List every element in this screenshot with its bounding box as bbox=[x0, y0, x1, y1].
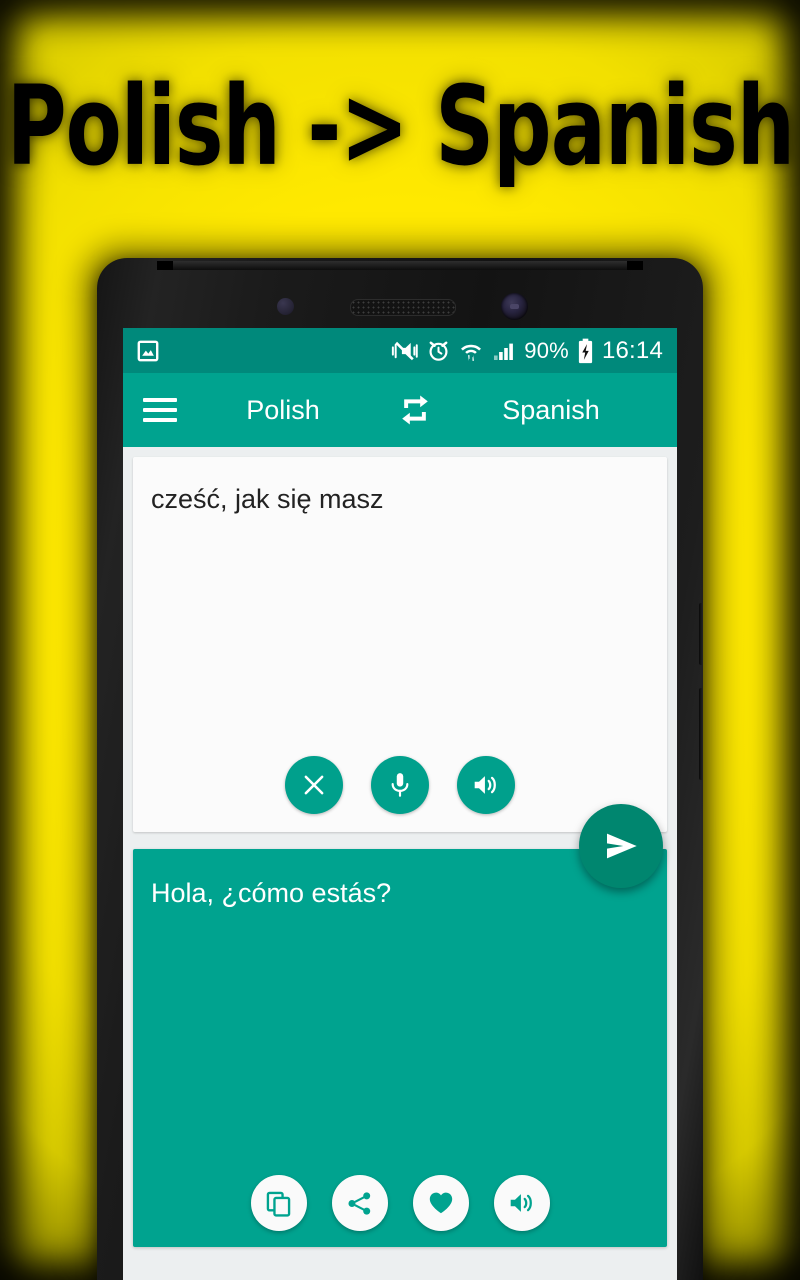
favorite-button[interactable] bbox=[412, 1175, 469, 1231]
phone-device: 90% 16:14 Polish Spanish cześć, jak się … bbox=[81, 244, 719, 1280]
phone-body: 90% 16:14 Polish Spanish cześć, jak się … bbox=[97, 258, 703, 1280]
translator-content: cześć, jak się masz Hola, ¿cómo estás? bbox=[123, 447, 677, 1280]
vibrate-mute-icon bbox=[392, 341, 419, 360]
source-text-input[interactable]: cześć, jak się masz bbox=[133, 457, 667, 756]
wifi-icon bbox=[461, 344, 482, 361]
share-button[interactable] bbox=[331, 1175, 388, 1231]
status-bar-notifications bbox=[135, 338, 161, 364]
app-toolbar: Polish Spanish bbox=[123, 373, 677, 447]
clock-label: 16:14 bbox=[601, 336, 663, 364]
copy-button[interactable] bbox=[250, 1175, 307, 1231]
swap-languages-icon bbox=[402, 395, 428, 425]
voice-input-button[interactable] bbox=[371, 756, 429, 814]
speaker-icon bbox=[510, 1194, 532, 1212]
promo-title: Polish -> Spanish bbox=[0, 62, 800, 192]
status-bar: 90% 16:14 bbox=[123, 328, 677, 373]
send-icon bbox=[607, 833, 637, 859]
source-language-selector[interactable]: Polish bbox=[177, 395, 395, 426]
target-language-selector[interactable]: Spanish bbox=[435, 395, 657, 426]
speaker-icon bbox=[474, 776, 496, 794]
proximity-sensor-icon bbox=[277, 298, 294, 315]
volume-button[interactable] bbox=[699, 688, 703, 780]
translated-text-card: Hola, ¿cómo estás? bbox=[133, 849, 667, 1247]
battery-charging-icon bbox=[578, 338, 593, 363]
power-button[interactable] bbox=[699, 603, 703, 665]
status-bar-system-icons: 90% 16:14 bbox=[391, 337, 663, 365]
phone-top-edge bbox=[157, 261, 643, 270]
share-icon bbox=[348, 1191, 371, 1215]
heart-icon bbox=[429, 1192, 452, 1214]
earpiece-speaker-icon bbox=[350, 299, 456, 316]
battery-percent-label: 90% bbox=[524, 337, 569, 363]
speak-source-button[interactable] bbox=[457, 756, 515, 814]
cellular-signal-icon bbox=[494, 343, 514, 360]
hamburger-menu-icon[interactable] bbox=[143, 398, 177, 422]
copy-icon bbox=[266, 1191, 291, 1217]
close-icon bbox=[304, 775, 324, 795]
swap-languages-button[interactable] bbox=[395, 394, 435, 426]
output-actions-row bbox=[133, 1175, 667, 1247]
translated-text: Hola, ¿cómo estás? bbox=[151, 878, 392, 908]
alarm-icon bbox=[429, 341, 448, 361]
promo-title-text: Polish -> Spanish bbox=[6, 63, 794, 192]
front-camera-icon bbox=[501, 293, 528, 320]
clear-button[interactable] bbox=[285, 756, 343, 814]
photo-icon bbox=[137, 340, 159, 361]
source-text-card: cześć, jak się masz bbox=[133, 457, 667, 832]
translate-send-button[interactable] bbox=[579, 804, 663, 888]
microphone-icon bbox=[391, 773, 409, 797]
speak-target-button[interactable] bbox=[493, 1175, 550, 1231]
phone-screen: 90% 16:14 Polish Spanish cześć, jak się … bbox=[123, 328, 677, 1280]
promo-screenshot: Polish -> Spanish 90% 16:14 Polish Spani… bbox=[0, 0, 800, 1280]
